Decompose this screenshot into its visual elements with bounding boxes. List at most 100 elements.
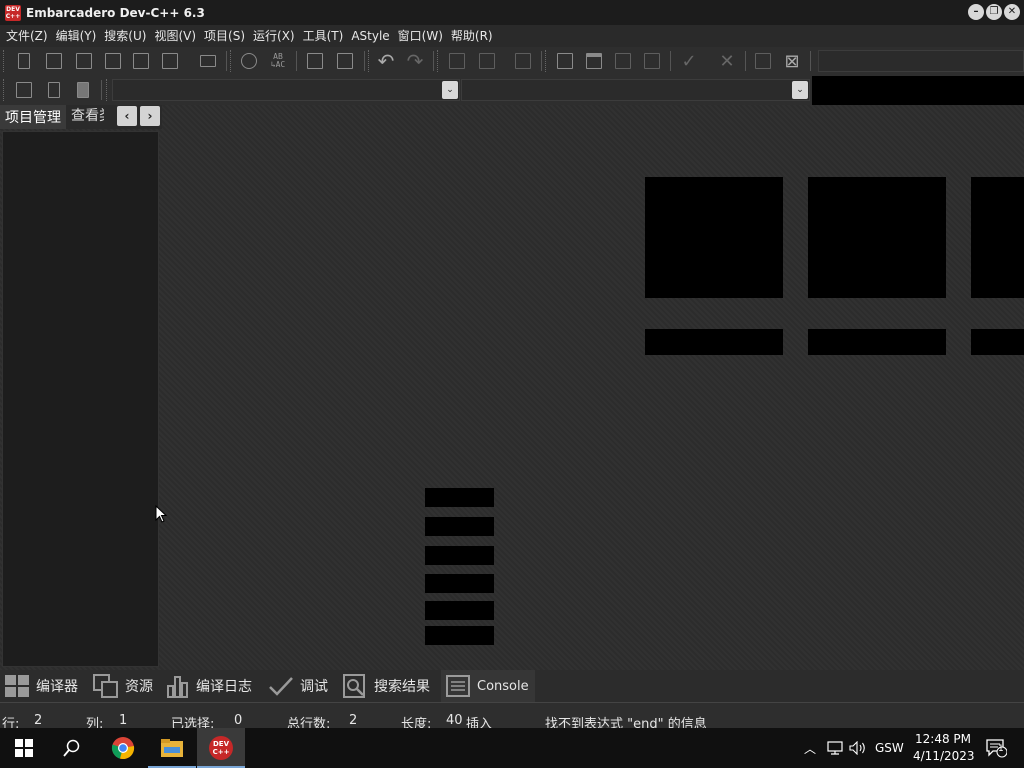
goto-bookmark-button[interactable] bbox=[71, 79, 95, 101]
tab-debug[interactable]: 调试 bbox=[268, 670, 334, 702]
taskbar-devcpp[interactable]: DEV C++ bbox=[197, 728, 245, 768]
devcpp-app-icon: DEV C++ bbox=[209, 736, 233, 760]
taskbar-search-button[interactable] bbox=[48, 728, 96, 768]
profile-button[interactable] bbox=[751, 50, 775, 72]
tab-console[interactable]: Console bbox=[441, 670, 535, 702]
open-button[interactable] bbox=[42, 50, 66, 72]
comment-button[interactable] bbox=[303, 50, 327, 72]
toolbar-separator bbox=[433, 51, 434, 71]
save-button[interactable] bbox=[72, 50, 96, 72]
replace-button[interactable]: AB ↳AC bbox=[266, 50, 290, 72]
redacted-block bbox=[425, 517, 494, 536]
tab-class-browser[interactable]: 查看类 bbox=[66, 105, 104, 129]
project-tree-panel[interactable] bbox=[2, 131, 159, 667]
toolbar-grip[interactable] bbox=[545, 50, 548, 72]
menu-bar: 文件(Z) 编辑(Y) 搜索(U) 视图(V) 项目(S) 运行(X) 工具(T… bbox=[0, 25, 1024, 47]
menu-window[interactable]: 窗口(W) bbox=[394, 25, 447, 47]
toolbar-grip[interactable] bbox=[368, 50, 371, 72]
tab-search-results[interactable]: 搜索结果 bbox=[342, 670, 436, 702]
menu-tools[interactable]: 工具(T) bbox=[299, 25, 348, 47]
delete-profile-button[interactable]: ⊠ bbox=[780, 50, 804, 72]
toolbar-grip[interactable] bbox=[106, 79, 109, 101]
action-center-button[interactable]: 1 bbox=[976, 728, 1016, 768]
stop-execution-button[interactable]: ✕ bbox=[715, 50, 739, 72]
menu-project[interactable]: 项目(S) bbox=[200, 25, 249, 47]
close-all-button[interactable] bbox=[158, 50, 182, 72]
redo-button[interactable]: ↷ bbox=[403, 49, 427, 73]
clock-time[interactable]: 12:48 PM bbox=[915, 732, 971, 746]
tab-label: 资源 bbox=[125, 679, 153, 695]
run-button[interactable] bbox=[582, 50, 606, 72]
minimize-button[interactable]: – bbox=[968, 4, 984, 20]
compile-grid-icon bbox=[557, 53, 573, 69]
indent-button[interactable] bbox=[333, 50, 357, 72]
toolbar-grip[interactable] bbox=[3, 79, 6, 101]
menu-astyle[interactable]: AStyle bbox=[347, 25, 393, 47]
member-select[interactable]: ⌄ bbox=[461, 79, 810, 101]
tab-scroll-left-button[interactable]: ‹ bbox=[117, 106, 137, 126]
clock-date[interactable]: 4/11/2023 bbox=[913, 749, 975, 763]
undo-button[interactable]: ↶ bbox=[374, 49, 398, 73]
redacted-block bbox=[425, 601, 494, 620]
new-file-icon bbox=[18, 53, 30, 69]
tab-compile-log[interactable]: 编译日志 bbox=[166, 670, 258, 702]
toolbar-grip[interactable] bbox=[437, 50, 440, 72]
compile-button[interactable] bbox=[553, 50, 577, 72]
network-button[interactable] bbox=[826, 728, 844, 768]
toolbar-grip[interactable] bbox=[230, 50, 233, 72]
redacted-block bbox=[645, 177, 783, 298]
tab-label: 搜索结果 bbox=[374, 679, 430, 695]
volume-button[interactable] bbox=[849, 728, 867, 768]
tab-compiler[interactable]: 编译器 bbox=[4, 670, 84, 702]
network-icon bbox=[827, 741, 843, 755]
chevron-up-icon: ︿ bbox=[803, 741, 816, 756]
save-all-button[interactable] bbox=[101, 50, 125, 72]
compile-run-button[interactable] bbox=[611, 50, 635, 72]
chevron-down-icon[interactable]: ⌄ bbox=[442, 81, 458, 99]
comment-icon bbox=[307, 53, 323, 69]
bar-chart-icon bbox=[755, 53, 771, 69]
tab-label: 编译日志 bbox=[196, 679, 252, 695]
menu-help[interactable]: 帮助(R) bbox=[447, 25, 497, 47]
menu-view[interactable]: 视图(V) bbox=[150, 25, 200, 47]
new-project-button[interactable] bbox=[445, 50, 469, 72]
chrome-icon bbox=[111, 737, 135, 760]
devcpp-app-icon: DEV C++ bbox=[5, 4, 21, 21]
close-all-icon bbox=[162, 53, 178, 69]
menu-edit[interactable]: 编辑(Y) bbox=[52, 25, 101, 47]
add-to-project-button[interactable] bbox=[475, 50, 499, 72]
toggle-bookmark-button[interactable] bbox=[42, 79, 66, 101]
redacted-block bbox=[971, 329, 1024, 355]
syntax-check-button[interactable]: ✓ bbox=[677, 50, 701, 72]
toolbar-separator bbox=[670, 51, 671, 71]
start-button[interactable] bbox=[0, 728, 48, 768]
new-file-button[interactable] bbox=[12, 50, 36, 72]
rebuild-all-button[interactable] bbox=[640, 50, 664, 72]
tab-scroll-right-button[interactable]: › bbox=[140, 106, 160, 126]
toolbar-separator bbox=[296, 51, 297, 71]
print-button[interactable] bbox=[196, 50, 220, 72]
status-bar: 行: 2 列: 1 已选择: 0 总行数: 2 长度: 40 插入 找不到表达式… bbox=[0, 702, 1024, 732]
input-method-indicator[interactable]: GSW bbox=[875, 741, 904, 755]
status-col-value: 1 bbox=[119, 713, 128, 728]
taskbar-chrome[interactable] bbox=[99, 728, 147, 768]
chevron-down-icon[interactable]: ⌄ bbox=[792, 81, 808, 99]
find-button[interactable] bbox=[237, 50, 261, 72]
menu-run[interactable]: 运行(X) bbox=[249, 25, 299, 47]
tab-resources[interactable]: 资源 bbox=[93, 670, 159, 702]
restore-button[interactable]: ❐ bbox=[986, 4, 1002, 20]
save-icon bbox=[76, 53, 92, 69]
project-options-button[interactable] bbox=[511, 50, 535, 72]
compiler-select[interactable] bbox=[818, 50, 1024, 72]
tab-project-manager[interactable]: 项目管理 bbox=[0, 105, 66, 129]
taskbar-file-explorer[interactable] bbox=[148, 728, 196, 768]
resources-icon bbox=[93, 674, 118, 698]
show-hidden-icons-button[interactable]: ︿ bbox=[802, 728, 818, 768]
close-button[interactable]: ✕ bbox=[1004, 4, 1020, 20]
goto-line-button[interactable] bbox=[12, 79, 36, 101]
toolbar-grip[interactable] bbox=[3, 50, 6, 72]
menu-search[interactable]: 搜索(U) bbox=[100, 25, 150, 47]
class-select[interactable]: ⌄ bbox=[112, 79, 460, 101]
menu-file[interactable]: 文件(Z) bbox=[2, 25, 52, 47]
close-file-button[interactable] bbox=[129, 50, 153, 72]
